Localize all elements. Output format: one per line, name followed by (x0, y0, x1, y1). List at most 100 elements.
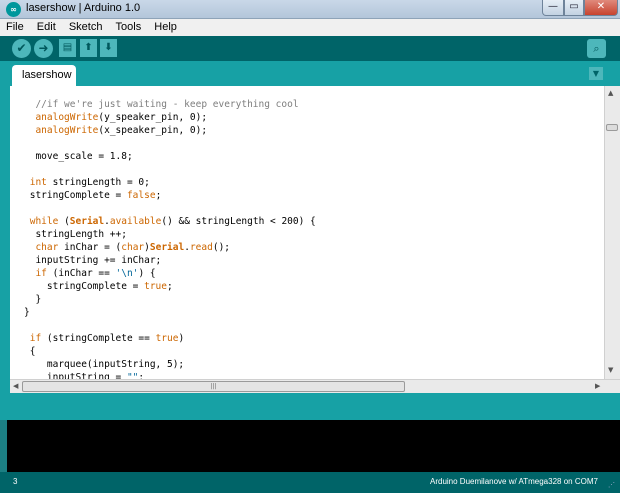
code-token: (y_speaker_pin, 0); (98, 112, 208, 123)
code-token: if (35, 268, 47, 279)
menu-edit[interactable]: Edit (31, 19, 60, 33)
code-token: analogWrite (35, 112, 99, 123)
code-token: inChar = ( (58, 242, 122, 253)
code-line[interactable]: char inChar = (char)Serial.read(); (24, 241, 316, 254)
code-line[interactable]: analogWrite(x_speaker_pin, 0); (24, 124, 316, 137)
code-line[interactable]: inputString += inChar; (24, 254, 316, 267)
serial-monitor-button[interactable]: ⌕ (587, 39, 606, 58)
code-line[interactable]: if (inChar == '\n') { (24, 267, 316, 280)
code-token: available (109, 216, 162, 227)
chevron-down-icon: ▼ (592, 69, 600, 78)
tab-menu-button[interactable]: ▼ (589, 67, 603, 80)
code-line[interactable]: } (24, 293, 316, 306)
new-button[interactable]: ▤ (59, 39, 76, 57)
code-line[interactable]: inputString = ""; (24, 371, 316, 379)
code-token: char (35, 242, 59, 253)
code-token: stringComplete = (24, 281, 145, 292)
resize-grip-icon[interactable]: ⋰ (608, 481, 617, 490)
code-token: ( (58, 216, 70, 227)
code-token: stringLength = 0; (46, 177, 150, 188)
code-token: if (29, 333, 42, 344)
code-token: true (155, 333, 179, 344)
arrow-up-icon: ⬆ (84, 42, 93, 53)
menu-tools[interactable]: Tools (110, 19, 146, 33)
code-token: (inChar == (46, 268, 116, 279)
code-token: true (144, 281, 167, 292)
open-button[interactable]: ⬆ (80, 39, 97, 57)
horizontal-scroll-thumb[interactable]: ||| (22, 381, 405, 392)
code-editor[interactable]: //if we're just waiting - keep everythin… (10, 86, 604, 379)
code-line[interactable] (24, 202, 316, 215)
tab-lasershow[interactable]: lasershow (12, 65, 76, 86)
console-gutter (0, 420, 7, 472)
console-output[interactable] (7, 420, 620, 472)
arrow-right-icon: ➜ (38, 41, 49, 55)
code-line[interactable]: stringLength ++; (24, 228, 316, 241)
menu-help[interactable]: Help (148, 19, 181, 33)
scroll-down-icon[interactable]: ▼ (608, 366, 613, 374)
minimize-button[interactable]: — (542, 0, 564, 16)
verify-button[interactable]: ✔ (12, 39, 31, 58)
status-bar: 3 Arduino Duemilanove w/ ATmega328 on CO… (0, 472, 620, 493)
maximize-button[interactable]: ▭ (564, 0, 584, 16)
vertical-scrollbar[interactable]: ▲ ▼ (604, 86, 620, 379)
horizontal-scrollbar[interactable]: ◀ ||| ▶ (10, 379, 620, 393)
code-token: ) { (138, 268, 156, 279)
menu-sketch[interactable]: Sketch (63, 19, 107, 33)
title-bar[interactable]: ∞ lasershow | Arduino 1.0 — ▭ ✕ (0, 0, 620, 19)
code-line[interactable] (24, 319, 316, 332)
code-line[interactable]: if (stringComplete == true) (24, 332, 316, 345)
code-line[interactable]: } (24, 306, 316, 319)
menu-file[interactable]: File (0, 19, 28, 33)
close-button[interactable]: ✕ (584, 0, 618, 16)
code-token: } (24, 294, 42, 305)
code-token: } (24, 307, 30, 318)
scroll-grip-icon: ||| (210, 383, 217, 390)
magnifier-icon: ⌕ (593, 42, 600, 55)
message-area (0, 393, 620, 420)
code-token: "" (126, 372, 139, 379)
code-token: //if we're just waiting - keep everythin… (35, 99, 299, 110)
code-line[interactable]: stringComplete = true; (24, 280, 316, 293)
code-token: false (126, 190, 156, 201)
code-text[interactable]: //if we're just waiting - keep everythin… (24, 98, 316, 379)
code-token: char (121, 242, 145, 253)
window-title: lasershow | Arduino 1.0 (26, 2, 141, 14)
code-line[interactable]: marquee(inputString, 5); (24, 358, 316, 371)
code-line[interactable]: int stringLength = 0; (24, 176, 316, 189)
tab-bar: lasershow ▼ (0, 61, 620, 86)
scroll-left-icon[interactable]: ◀ (13, 382, 18, 390)
code-token: inputString = (24, 372, 127, 379)
code-token: Serial (69, 216, 105, 227)
scroll-up-icon[interactable]: ▲ (608, 89, 613, 97)
scroll-right-icon[interactable]: ▶ (595, 382, 600, 390)
upload-button[interactable]: ➜ (34, 39, 53, 58)
code-token: inputString += inChar; (24, 255, 162, 266)
code-line[interactable]: stringComplete = false; (24, 189, 316, 202)
menu-bar: File Edit Sketch Tools Help (0, 19, 620, 36)
code-line[interactable]: //if we're just waiting - keep everythin… (24, 98, 316, 111)
code-token: read (189, 242, 213, 253)
check-icon: ✔ (16, 41, 27, 55)
code-line[interactable]: { (24, 345, 316, 358)
code-token: stringComplete = (24, 190, 127, 201)
arduino-logo-icon: ∞ (6, 2, 21, 17)
code-token: Serial (149, 242, 185, 253)
vertical-scroll-thumb[interactable] (606, 124, 618, 131)
code-token: move_scale = 1.8; (24, 151, 133, 162)
save-button[interactable]: ⬇ (100, 39, 117, 57)
code-line[interactable]: analogWrite(y_speaker_pin, 0); (24, 111, 316, 124)
arrow-down-icon: ⬇ (104, 42, 113, 53)
code-line[interactable]: while (Serial.available() && stringLengt… (24, 215, 316, 228)
code-line[interactable] (24, 137, 316, 150)
code-token: '\n' (115, 268, 139, 279)
code-token: { (24, 346, 36, 357)
code-line[interactable] (24, 163, 316, 176)
code-token: () && stringLength < 200) { (161, 216, 316, 227)
code-line[interactable]: move_scale = 1.8; (24, 150, 316, 163)
board-port-info: Arduino Duemilanove w/ ATmega328 on COM7 (430, 477, 598, 486)
